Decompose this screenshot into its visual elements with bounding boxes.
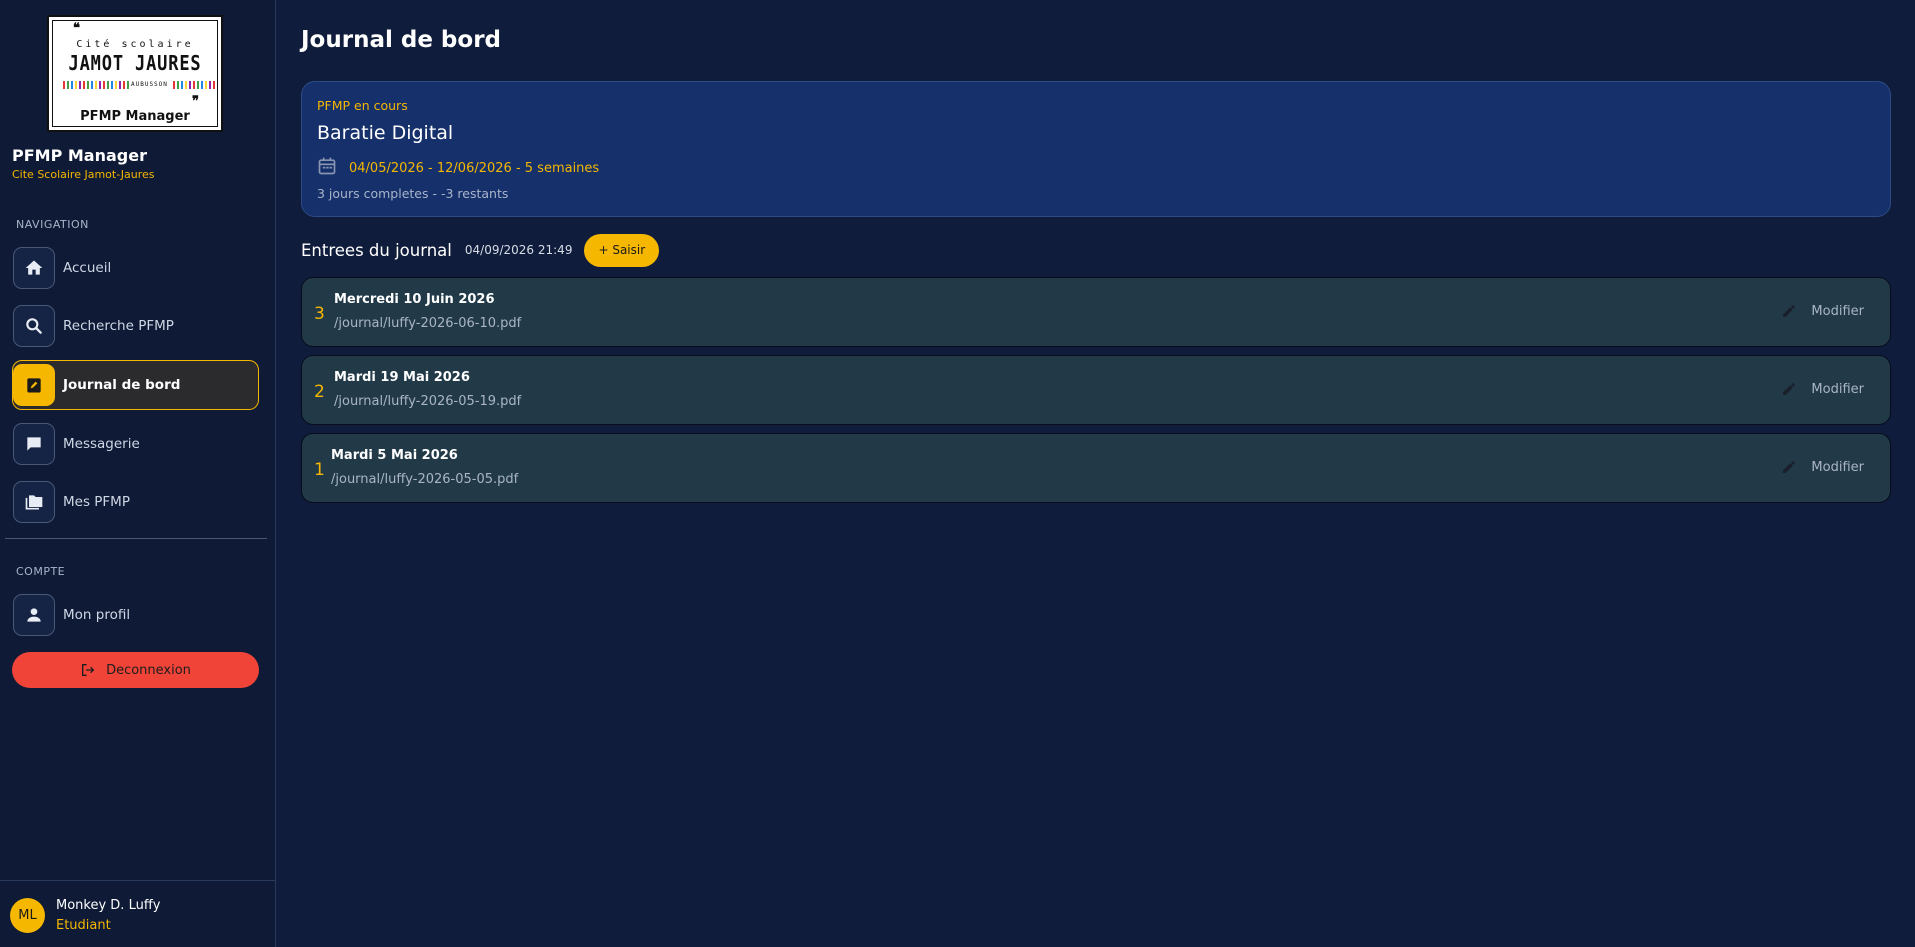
- modify-button[interactable]: Modifier: [1781, 303, 1864, 319]
- school-logo: ❝ Cité scolaire JAMOT JAURES AUBUSSON ❞ …: [47, 15, 223, 132]
- modify-button[interactable]: Modifier: [1781, 381, 1864, 397]
- page-title: Journal de bord: [301, 27, 502, 53]
- account-section-label: COMPTE: [16, 565, 66, 578]
- logout-button[interactable]: Deconnexion: [12, 652, 259, 688]
- journal-entry[interactable]: 1 Mardi 5 Mai 2026 /journal/luffy-2026-0…: [301, 433, 1891, 503]
- sidebar-item-mes-pfmp[interactable]: Mes PFMP: [12, 477, 259, 527]
- logout-label: Deconnexion: [106, 662, 191, 678]
- entries-timestamp: 04/09/2026 21:49: [464, 243, 573, 257]
- sidebar-item-label: Recherche PFMP: [63, 318, 174, 334]
- pfmp-dates: 04/05/2026 - 12/06/2026 - 5 semaines: [349, 160, 600, 176]
- modify-button[interactable]: Modifier: [1781, 459, 1864, 475]
- logo-stripes: [63, 81, 131, 89]
- sidebar-item-label: Mes PFMP: [63, 494, 130, 510]
- pfmp-dates-row: 04/05/2026 - 12/06/2026 - 5 semaines: [317, 156, 599, 180]
- sidebar-item-journal[interactable]: Journal de bord: [12, 360, 259, 410]
- entry-date: Mardi 19 Mai 2026: [334, 370, 470, 385]
- journal-entry[interactable]: 2 Mardi 19 Mai 2026 /journal/luffy-2026-…: [301, 355, 1891, 425]
- entry-file[interactable]: /journal/luffy-2026-06-10.pdf: [334, 316, 521, 331]
- entry-number: 1: [314, 460, 325, 480]
- pfmp-company: Baratie Digital: [317, 122, 454, 144]
- chat-icon: [13, 423, 55, 465]
- person-icon: [13, 594, 55, 636]
- logo-brand-text: PFMP Manager: [80, 109, 190, 124]
- sidebar: ❝ Cité scolaire JAMOT JAURES AUBUSSON ❞ …: [0, 0, 276, 947]
- pfmp-status: PFMP en cours: [317, 98, 408, 113]
- pencil-icon: [1783, 304, 1796, 317]
- user-role: Etudiant: [56, 918, 111, 933]
- modify-label: Modifier: [1811, 459, 1864, 475]
- pencil-icon: [1783, 460, 1796, 473]
- nav-section-label: NAVIGATION: [16, 218, 89, 231]
- sidebar-item-label: Accueil: [63, 260, 112, 276]
- current-pfmp-card: PFMP en cours Baratie Digital 04/05/2026…: [301, 81, 1891, 217]
- home-icon: [13, 247, 55, 289]
- folders-icon: [13, 481, 55, 523]
- entry-number: 2: [314, 382, 325, 402]
- sidebar-item-recherche[interactable]: Recherche PFMP: [12, 301, 259, 351]
- calendar-icon: [317, 156, 337, 180]
- entry-date: Mardi 5 Mai 2026: [331, 448, 458, 463]
- user-bar: ML Monkey D. Luffy Etudiant: [0, 880, 276, 947]
- pencil-icon: [1783, 382, 1796, 395]
- sidebar-item-messagerie[interactable]: Messagerie: [12, 419, 259, 469]
- user-name: Monkey D. Luffy: [56, 898, 161, 913]
- entry-file[interactable]: /journal/luffy-2026-05-05.pdf: [331, 472, 518, 487]
- entry-file[interactable]: /journal/luffy-2026-05-19.pdf: [334, 394, 521, 409]
- sidebar-item-label: Mon profil: [63, 607, 131, 623]
- logo-top-text: Cité scolaire: [76, 39, 194, 50]
- app-subtitle: Cite Scolaire Jamot-Jaures: [12, 168, 155, 181]
- entry-number: 3: [314, 304, 325, 324]
- quote-icon: ❞: [192, 94, 199, 109]
- logout-icon: [82, 664, 95, 676]
- pfmp-progress: 3 jours completes - -3 restants: [317, 186, 509, 201]
- journal-entry[interactable]: 3 Mercredi 10 Juin 2026 /journal/luffy-2…: [301, 277, 1891, 347]
- edit-note-icon: [13, 364, 55, 406]
- logo-stripes: [173, 81, 215, 89]
- search-icon: [13, 305, 55, 347]
- modify-label: Modifier: [1811, 303, 1864, 319]
- app-title: PFMP Manager: [12, 146, 147, 165]
- modify-label: Modifier: [1811, 381, 1864, 397]
- sidebar-item-label: Messagerie: [63, 436, 140, 452]
- sidebar-divider: [5, 538, 267, 539]
- logo-sub-text: AUBUSSON: [131, 81, 168, 88]
- entry-date: Mercredi 10 Juin 2026: [334, 292, 495, 307]
- quote-icon: ❝: [73, 21, 80, 36]
- sidebar-item-label: Journal de bord: [63, 377, 181, 393]
- logo-main-text: JAMOT JAURES: [68, 51, 202, 75]
- entries-header: Entrees du journal 04/09/2026 21:49 + Sa…: [301, 233, 660, 267]
- sidebar-item-accueil[interactable]: Accueil: [12, 243, 259, 293]
- add-entry-button[interactable]: + Saisir: [584, 233, 660, 267]
- entries-title: Entrees du journal: [301, 240, 452, 260]
- avatar[interactable]: ML: [10, 898, 45, 933]
- sidebar-item-profil[interactable]: Mon profil: [12, 590, 259, 640]
